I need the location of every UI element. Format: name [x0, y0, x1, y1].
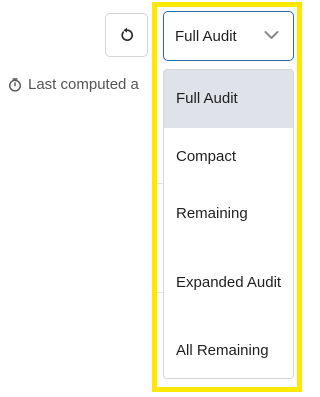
- chevron-down-icon: [264, 31, 279, 39]
- menu-item-label: Full Audit: [176, 90, 238, 107]
- refresh-icon: [120, 27, 133, 42]
- menu-item-label: Remaining: [176, 204, 248, 222]
- refresh-button[interactable]: [105, 13, 148, 57]
- menu-item-full-audit[interactable]: Full Audit: [164, 70, 293, 128]
- clock-icon: [8, 77, 22, 92]
- last-computed-text: Last computed a: [28, 76, 139, 93]
- menu-item-all-remaining[interactable]: All Remaining: [164, 324, 293, 378]
- menu-item-compact[interactable]: Compact: [164, 128, 293, 185]
- last-computed-status: Last computed a: [8, 76, 158, 93]
- menu-item-label: Compact: [176, 147, 237, 165]
- menu-item-label: Expanded Audit: [176, 274, 282, 291]
- view-options-menu: Full Audit Compact Remaining Expanded Au…: [163, 69, 294, 379]
- menu-item-expanded-audit[interactable]: Expanded Audit: [164, 242, 293, 324]
- view-select-value: Full Audit: [175, 27, 237, 45]
- menu-item-remaining[interactable]: Remaining: [164, 185, 293, 242]
- menu-item-label: All Remaining: [176, 342, 269, 359]
- view-select[interactable]: Full Audit: [163, 11, 294, 61]
